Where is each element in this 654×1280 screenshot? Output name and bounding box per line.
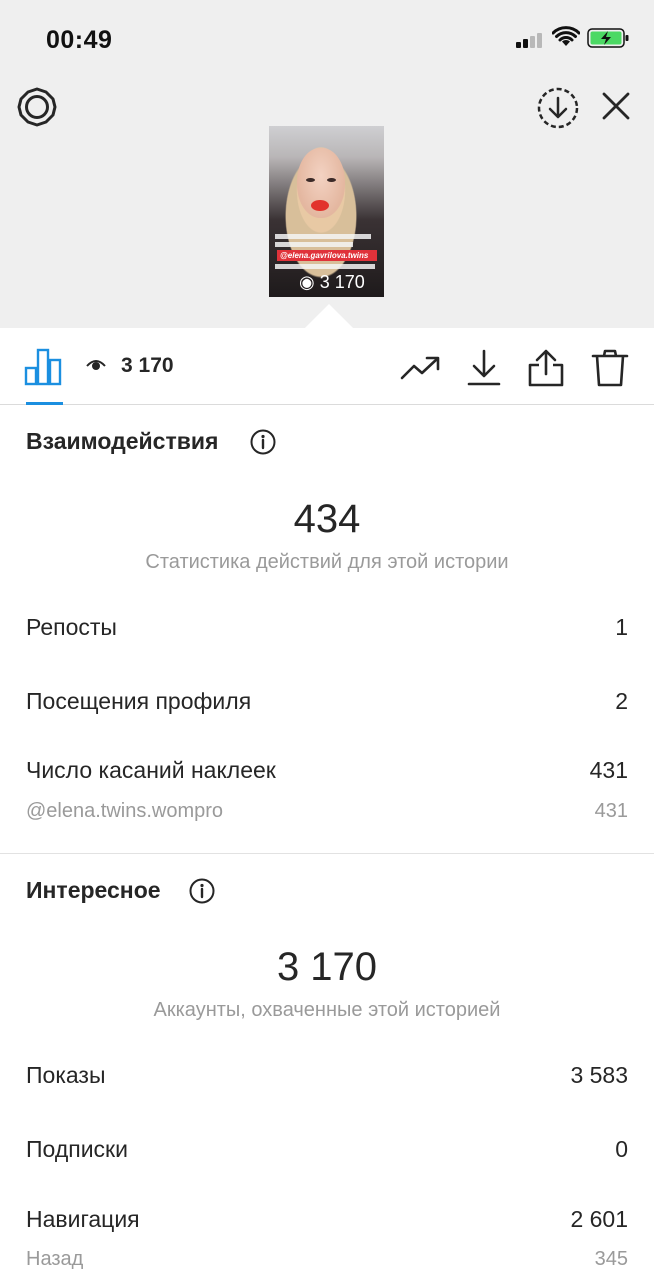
story-preview-area: 00:49 @elena.gavrilova.twins ◉ 3 170 [0,0,654,328]
discovery-caption: Аккаунты, охваченные этой историей [153,999,501,1021]
eye-icon [86,360,106,370]
story-views-overlay: ◉ 3 170 [299,272,365,292]
sticker-taps-value: 431 [589,757,628,783]
share-icon[interactable] [526,348,566,388]
sticker-mention-value: 431 [594,800,628,822]
impressions-value: 3 583 [570,1062,628,1088]
interactions-title: Взаимодействия [26,428,219,454]
story-eye-icon: ◉ [299,272,315,292]
navigation-value: 2 601 [570,1206,628,1232]
impressions-label: Показы [26,1062,106,1088]
download-icon[interactable] [464,348,504,388]
views-count: 3 170 [121,354,174,377]
sticker-mention-label: @elena.twins.wompro [26,800,224,822]
story-thumbnail[interactable]: @elena.gavrilova.twins ◉ 3 170 [269,126,384,297]
reposts-label: Репосты [26,614,117,640]
story-toolbar: 3 170 [0,328,654,405]
status-time: 00:49 [46,26,113,54]
bar-chart-icon[interactable] [24,348,64,386]
discovery-title: Интересное [26,877,161,903]
navigation-back-label: Назад [26,1248,84,1270]
navigation-back-value: 345 [594,1248,628,1270]
settings-gear-icon[interactable] [16,86,58,128]
profile-visits-label: Посещения профиля [26,688,252,714]
wifi-icon [552,26,580,46]
info-icon[interactable] [250,429,276,455]
sticker-taps-label: Число касаний наклеек [26,757,276,783]
info-icon[interactable] [189,878,215,904]
cellular-signal-icon [516,32,546,48]
download-circle-icon[interactable] [536,86,580,130]
follows-value: 0 [615,1136,628,1162]
close-icon[interactable] [598,88,634,124]
battery-charging-icon [587,28,629,48]
trash-icon[interactable] [590,348,630,388]
profile-visits-value: 2 [615,688,628,714]
interactions-caption: Статистика действий для этой истории [145,551,509,573]
navigation-label: Навигация [26,1206,140,1232]
story-mention-sticker: @elena.gavrilova.twins [277,250,377,261]
active-tab-indicator [26,402,63,405]
reposts-value: 1 [615,614,628,640]
discovery-total: 3 170 [276,945,378,989]
trending-icon[interactable] [400,348,440,388]
interactions-total: 434 [293,497,361,541]
section-divider [0,853,654,854]
follows-label: Подписки [26,1136,128,1162]
